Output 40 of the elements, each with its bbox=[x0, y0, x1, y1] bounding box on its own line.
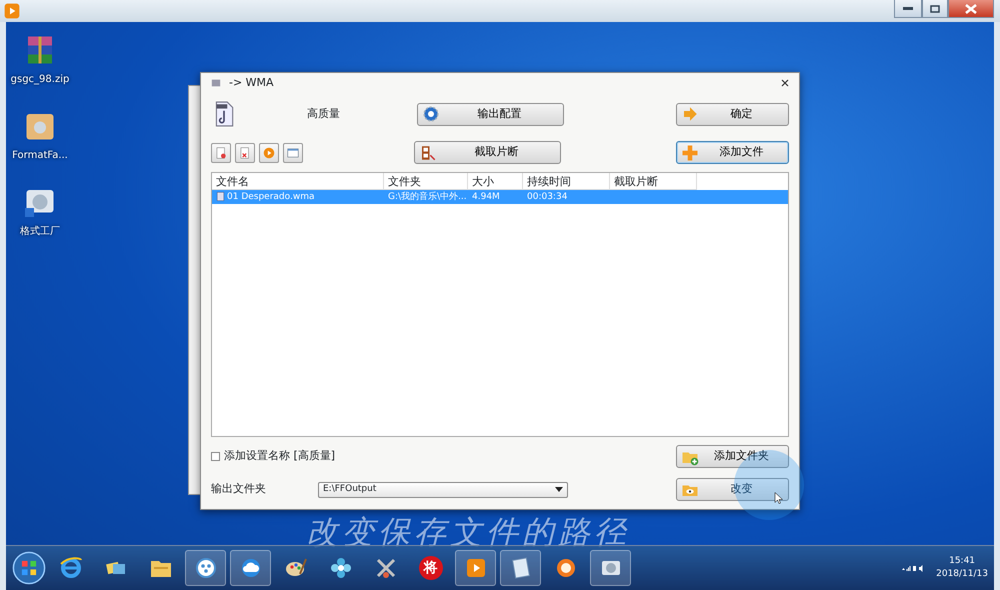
clock[interactable]: 15:41 2018/11/13 bbox=[936, 555, 988, 581]
quality-label: 高质量 bbox=[307, 106, 341, 122]
arrow-button[interactable]: 确定 bbox=[676, 102, 789, 126]
start-button[interactable] bbox=[12, 551, 46, 585]
add-file-button[interactable] bbox=[211, 142, 231, 162]
close-icon bbox=[965, 4, 977, 14]
page-icon bbox=[214, 146, 228, 160]
minimize-button[interactable] bbox=[894, 0, 922, 18]
play-button[interactable] bbox=[259, 142, 279, 162]
close-button[interactable] bbox=[948, 0, 994, 18]
remove-file-button[interactable] bbox=[235, 142, 255, 162]
maximize-button[interactable] bbox=[922, 0, 948, 18]
dropdown-arrow-icon bbox=[555, 487, 563, 492]
output-folder-label: 输出文件夹 bbox=[211, 481, 267, 498]
page-icon bbox=[238, 146, 252, 160]
add-name-checkbox[interactable]: 添加设置名称 [高质量] bbox=[211, 448, 336, 465]
film-icon bbox=[419, 144, 437, 162]
gear-button[interactable]: 输出配置 bbox=[417, 102, 564, 126]
dialog-title: -> WMA bbox=[229, 74, 274, 91]
window-button[interactable] bbox=[283, 142, 303, 162]
gear-icon bbox=[422, 105, 440, 123]
flower-icon[interactable] bbox=[328, 556, 352, 580]
circle-icon[interactable] bbox=[194, 556, 218, 580]
folder-add-button[interactable]: 添加文件夹 bbox=[676, 445, 789, 468]
play-icon bbox=[262, 146, 276, 160]
maximize-icon bbox=[930, 4, 940, 12]
minimize-icon bbox=[903, 6, 913, 10]
plus-button[interactable]: 添加文件 bbox=[676, 141, 789, 164]
taskbar-app[interactable]: 将 bbox=[418, 556, 442, 580]
window-icon bbox=[286, 146, 300, 160]
icon-label: FormatFa... bbox=[12, 149, 68, 163]
icon-label: 格式工厂 bbox=[20, 224, 60, 239]
film-button[interactable]: 截取片断 bbox=[414, 141, 561, 164]
folder-button[interactable]: 改变 bbox=[676, 478, 789, 501]
arrow-icon bbox=[681, 105, 699, 123]
browser-icon[interactable] bbox=[58, 556, 82, 580]
plus-icon bbox=[681, 144, 699, 162]
output-folder-select[interactable]: E:\FFOutput bbox=[318, 482, 568, 498]
close-icon[interactable] bbox=[781, 79, 789, 87]
icon-label: gsgc_98.zip bbox=[10, 73, 70, 87]
